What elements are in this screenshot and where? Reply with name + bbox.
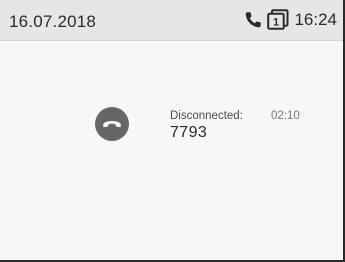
status-bar: 16.07.2018 1 16:24 [0,0,343,41]
call-info-area: Disconnected: 02:10 7793 [0,41,343,260]
caller-number: 7793 [170,124,208,141]
hangup-button[interactable] [95,107,129,141]
status-date: 16.07.2018 [9,12,97,31]
phone-icon [243,10,263,30]
call-duration: 02:10 [271,110,300,122]
line-number-label: 1 [273,17,279,29]
call-status-label: Disconnected: [170,110,243,122]
phone-screen: 16.07.2018 1 16:24 Disconnected: 02:10 7… [0,0,345,262]
hangup-icon [102,118,122,130]
status-right-group: 1 16:24 [243,9,337,30]
line-one-icon: 1 [267,9,289,30]
status-time: 16:24 [294,9,337,29]
